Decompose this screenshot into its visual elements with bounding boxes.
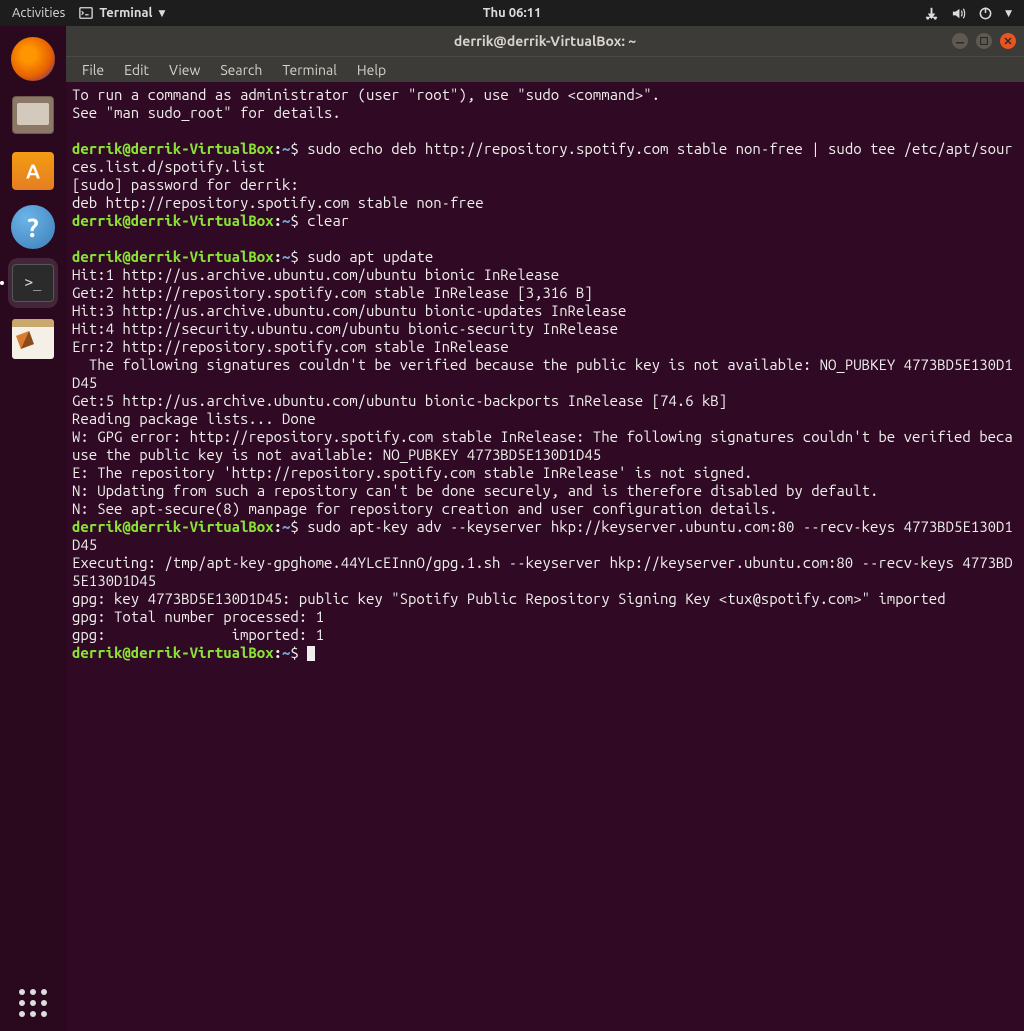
output-line: Err:2 http://repository.spotify.com stab… — [72, 338, 509, 355]
output-line: gpg: Total number processed: 1 — [72, 608, 324, 625]
output-line: deb http://repository.spotify.com stable… — [72, 194, 484, 211]
gnome-topbar: Activities Terminal ▼ Thu 06:11 ▼ — [0, 0, 1024, 26]
help-launcher[interactable]: ? — [8, 202, 58, 252]
firefox-icon — [11, 37, 55, 81]
cursor — [307, 646, 315, 661]
menu-terminal[interactable]: Terminal — [274, 60, 345, 80]
output-line: Get:2 http://repository.spotify.com stab… — [72, 284, 593, 301]
text-editor-icon — [12, 319, 54, 359]
terminal-icon — [79, 6, 93, 20]
activities-button[interactable]: Activities — [12, 6, 65, 20]
output-line: Hit:4 http://security.ubuntu.com/ubuntu … — [72, 320, 618, 337]
menu-help[interactable]: Help — [349, 60, 394, 80]
prompt-user: derrik@derrik-VirtualBox — [72, 140, 274, 157]
prompt-user: derrik@derrik-VirtualBox — [72, 248, 274, 265]
output-line: See "man sudo_root" for details. — [72, 104, 341, 121]
window-titlebar[interactable]: derrik@derrik-VirtualBox: ~ — [66, 26, 1024, 56]
network-icon[interactable] — [924, 6, 939, 21]
app-menu-label: Terminal — [99, 6, 152, 20]
output-line: E: The repository 'http://repository.spo… — [72, 464, 752, 481]
output-line: To run a command as administrator (user … — [72, 86, 660, 103]
minimize-button[interactable] — [952, 33, 968, 49]
output-line: Executing: /tmp/apt-key-gpghome.44YLcEIn… — [72, 554, 1013, 589]
output-line: [sudo] password for derrik: — [72, 176, 299, 193]
menu-file[interactable]: File — [74, 60, 112, 80]
output-line: W: GPG error: http://repository.spotify.… — [72, 428, 1013, 463]
output-line: N: Updating from such a repository can't… — [72, 482, 878, 499]
output-line: N: See apt-secure(8) manpage for reposit… — [72, 500, 778, 517]
software-launcher[interactable] — [8, 146, 58, 196]
terminal-icon: >_ — [12, 264, 54, 302]
chevron-down-icon[interactable]: ▼ — [1005, 8, 1012, 19]
terminal-output[interactable]: To run a command as administrator (user … — [66, 82, 1024, 1031]
files-icon — [12, 96, 54, 134]
help-icon: ? — [11, 205, 55, 249]
chevron-down-icon: ▼ — [159, 8, 166, 19]
menubar: File Edit View Search Terminal Help — [66, 56, 1024, 82]
terminal-window: derrik@derrik-VirtualBox: ~ File Edit Vi… — [66, 26, 1024, 1031]
output-line: The following signatures couldn't be ver… — [72, 356, 1013, 391]
menu-search[interactable]: Search — [212, 60, 270, 80]
terminal-launcher[interactable]: >_ — [8, 258, 58, 308]
menu-edit[interactable]: Edit — [116, 60, 157, 80]
maximize-button[interactable] — [976, 33, 992, 49]
launcher-dock: ? >_ — [0, 26, 66, 1031]
show-apps-button[interactable] — [19, 989, 47, 1017]
command-text: clear — [299, 212, 349, 229]
power-icon[interactable] — [978, 6, 993, 21]
window-title: derrik@derrik-VirtualBox: ~ — [454, 33, 636, 49]
clock[interactable]: Thu 06:11 — [483, 6, 542, 20]
prompt-user: derrik@derrik-VirtualBox — [72, 518, 274, 535]
command-text: sudo apt update — [299, 248, 433, 265]
volume-icon[interactable] — [951, 6, 966, 21]
prompt-user: derrik@derrik-VirtualBox — [72, 212, 274, 229]
prompt-user: derrik@derrik-VirtualBox — [72, 644, 274, 661]
firefox-launcher[interactable] — [8, 34, 58, 84]
app-menu-button[interactable]: Terminal ▼ — [79, 6, 165, 20]
output-line: gpg: key 4773BD5E130D1D45: public key "S… — [72, 590, 946, 607]
output-line: Hit:1 http://us.archive.ubuntu.com/ubunt… — [72, 266, 559, 283]
text-editor-launcher[interactable] — [8, 314, 58, 364]
software-center-icon — [12, 152, 54, 190]
files-launcher[interactable] — [8, 90, 58, 140]
output-line: Reading package lists... Done — [72, 410, 316, 427]
output-line: gpg: imported: 1 — [72, 626, 324, 643]
output-line: Get:5 http://us.archive.ubuntu.com/ubunt… — [72, 392, 727, 409]
close-button[interactable] — [1000, 33, 1016, 49]
output-line: Hit:3 http://us.archive.ubuntu.com/ubunt… — [72, 302, 626, 319]
menu-view[interactable]: View — [161, 60, 208, 80]
